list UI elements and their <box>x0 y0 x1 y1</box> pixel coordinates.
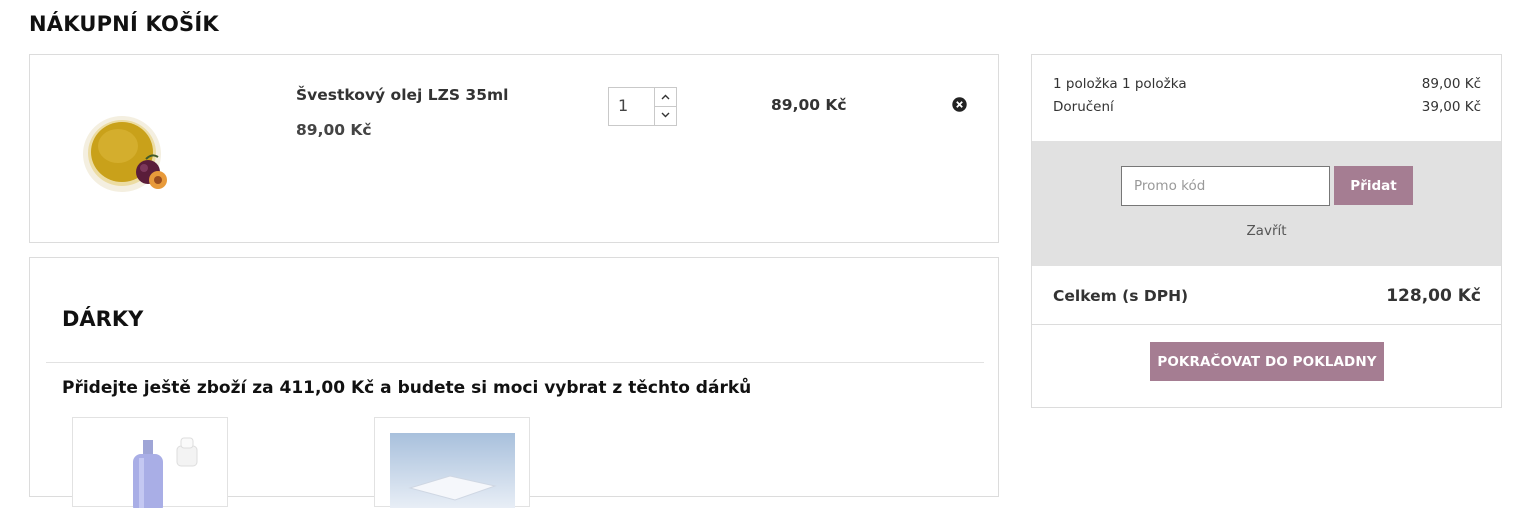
quantity-decrease-button[interactable] <box>655 106 676 124</box>
summary-items-value: 89,00 Kč <box>1421 76 1481 92</box>
promo-section: Přidat Zavřít <box>1032 141 1501 266</box>
checkout-button[interactable]: POKRAČOVAT DO POKLADNY <box>1150 342 1384 381</box>
gifts-title: DÁRKY <box>62 307 144 331</box>
gift-card[interactable] <box>374 417 530 508</box>
promo-apply-button[interactable]: Přidat <box>1334 166 1413 205</box>
product-image[interactable] <box>82 110 170 194</box>
page-title: NÁKUPNÍ KOŠÍK <box>29 12 219 36</box>
gift-image-box <box>390 433 515 508</box>
cart-item: Švestkový olej LZS 35ml 89,00 Kč 1 89,00… <box>29 54 999 243</box>
summary-delivery-label: Doručení <box>1053 99 1114 115</box>
quantity-stepper[interactable]: 1 <box>608 87 677 126</box>
quantity-arrows <box>654 88 676 125</box>
summary-row-items: 1 položka 1 položka 89,00 Kč <box>1053 76 1481 92</box>
chevron-up-icon <box>661 94 670 100</box>
summary-row-delivery: Doručení 39,00 Kč <box>1053 99 1481 115</box>
promo-code-input[interactable] <box>1121 166 1330 206</box>
gifts-section: DÁRKY Přidejte ještě zboží za 411,00 Kč … <box>29 257 999 512</box>
total-label: Celkem (s DPH) <box>1053 287 1189 305</box>
close-circle-icon[interactable] <box>952 97 967 112</box>
gifts-message: Přidejte ještě zboží za 411,00 Kč a bude… <box>62 378 752 398</box>
order-summary: 1 položka 1 položka 89,00 Kč Doručení 39… <box>1031 54 1502 408</box>
product-name[interactable]: Švestkový olej LZS 35ml <box>296 86 508 104</box>
gift-card[interactable] <box>72 417 228 512</box>
total-row: Celkem (s DPH) 128,00 Kč <box>1053 286 1481 306</box>
line-total: 89,00 Kč <box>771 96 847 114</box>
divider <box>46 362 984 363</box>
total-value: 128,00 Kč <box>1386 286 1481 306</box>
chevron-down-icon <box>661 112 670 118</box>
product-unit-price: 89,00 Kč <box>296 121 372 139</box>
quantity-input[interactable]: 1 <box>618 96 628 115</box>
summary-delivery-value: 39,00 Kč <box>1421 99 1481 115</box>
promo-close-link[interactable]: Zavřít <box>1032 223 1501 239</box>
divider <box>1032 324 1501 325</box>
quantity-increase-button[interactable] <box>655 88 676 107</box>
summary-items-label: 1 položka 1 položka <box>1053 76 1187 92</box>
gift-image-bottle <box>133 437 198 512</box>
